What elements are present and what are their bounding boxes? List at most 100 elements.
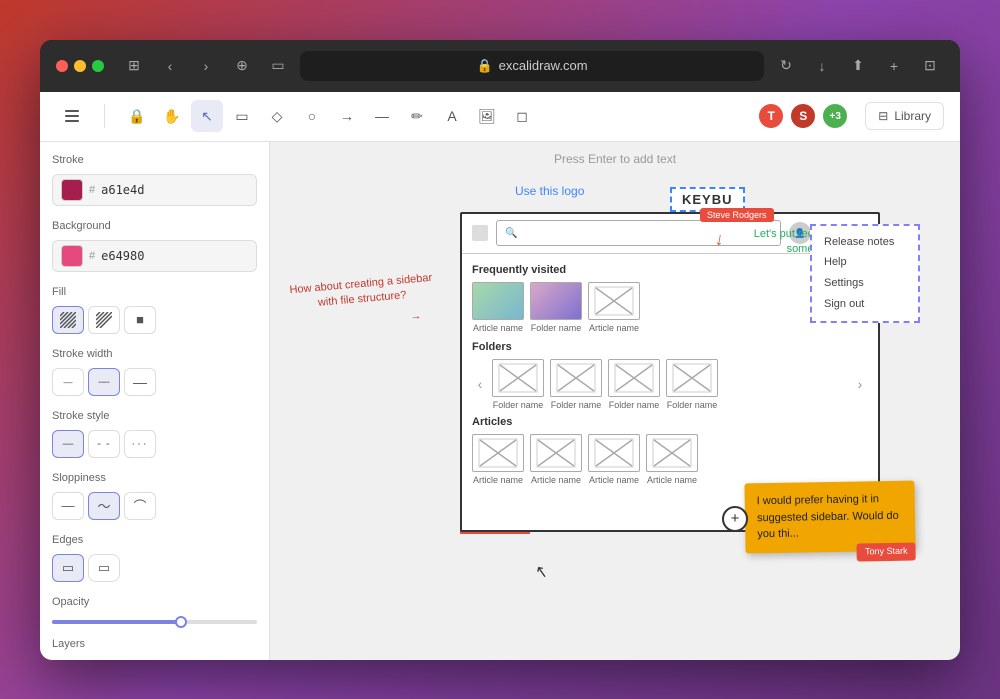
stroke-dashed-option[interactable]: - - bbox=[88, 430, 120, 458]
eraser-tool[interactable]: ◻ bbox=[506, 100, 538, 132]
fill-solid-option[interactable]: ■ bbox=[124, 306, 156, 334]
sloppiness-label: Sloppiness bbox=[52, 472, 257, 484]
sloppiness-wavy[interactable]: 〜 bbox=[88, 492, 120, 520]
pencil-tool[interactable]: ✏ bbox=[401, 100, 433, 132]
stroke-medium-option[interactable]: — bbox=[88, 368, 120, 396]
wf-article-thumb3 bbox=[588, 434, 640, 472]
background-color-row[interactable]: # e64980 bbox=[52, 240, 257, 272]
rectangle-tool[interactable]: ▭ bbox=[226, 100, 258, 132]
refresh-button[interactable]: ↻ bbox=[772, 52, 800, 80]
fill-cross-option[interactable] bbox=[88, 306, 120, 334]
wf-thumb-img1 bbox=[472, 282, 524, 320]
stroke-dotted-option[interactable]: ··· bbox=[124, 430, 156, 458]
wf-article-label4: Article name bbox=[647, 475, 697, 485]
dropdown-item-signout: Sign out bbox=[824, 294, 906, 315]
wf-next-arrow[interactable]: › bbox=[852, 376, 868, 392]
badge-tony-stark: Tony Stark bbox=[857, 543, 916, 562]
layers-label: Layers bbox=[52, 638, 257, 650]
edges-sharp[interactable]: ▭ bbox=[52, 554, 84, 582]
wf-folder-item4: Folder name bbox=[666, 359, 718, 410]
lock-tool[interactable]: 🔒 bbox=[121, 100, 153, 132]
address-bar[interactable]: 🔒 excalidraw.com bbox=[300, 51, 764, 81]
sidebar-question-annotation: How about creating a sidebar with file s… bbox=[283, 270, 442, 335]
stroke-style-section: Stroke style — - - ··· bbox=[52, 410, 257, 458]
stroke-section: Stroke # a61e4d bbox=[52, 154, 257, 206]
canvas-area[interactable]: Press Enter to add text bbox=[270, 142, 960, 660]
fill-hatch-option[interactable] bbox=[52, 306, 84, 334]
tab-grid-button[interactable]: ⊞ bbox=[120, 52, 148, 80]
image-tool[interactable]: 🖼 bbox=[471, 100, 503, 132]
background-label: Background bbox=[52, 220, 257, 232]
wf-item-label-2: Folder name bbox=[531, 323, 582, 333]
back-button[interactable]: ‹ bbox=[156, 52, 184, 80]
background-color-value[interactable]: e64980 bbox=[101, 249, 144, 263]
maximize-button[interactable] bbox=[92, 60, 104, 72]
download-icon[interactable]: ↓ bbox=[808, 52, 836, 80]
stroke-thin-option[interactable]: — bbox=[52, 368, 84, 396]
wf-search-bar[interactable]: 🔍 bbox=[496, 220, 781, 246]
wf-article-label2: Article name bbox=[531, 475, 581, 485]
edges-section: Edges ▭ ▭ bbox=[52, 534, 257, 582]
stroke-hash: # bbox=[89, 184, 95, 196]
main-area: 🔒 ✋ ↖ ▭ ◇ ○ → — ✏ A 🖼 ◻ T S +3 bbox=[40, 92, 960, 660]
stroke-color-row[interactable]: # a61e4d bbox=[52, 174, 257, 206]
line-tool[interactable]: — bbox=[366, 100, 398, 132]
menu-button[interactable] bbox=[56, 100, 88, 132]
hand-tool[interactable]: ✋ bbox=[156, 100, 188, 132]
wf-frequently-visited-title: Frequently visited bbox=[472, 264, 868, 276]
ellipse-tool[interactable]: ○ bbox=[296, 100, 328, 132]
add-content-button[interactable]: + bbox=[722, 506, 748, 532]
opacity-label: Opacity bbox=[52, 596, 257, 608]
text-tool[interactable]: A bbox=[436, 100, 468, 132]
minimize-button[interactable] bbox=[74, 60, 86, 72]
tony-stark-note: I would prefer having it in suggested si… bbox=[744, 481, 915, 553]
stroke-color-value[interactable]: a61e4d bbox=[101, 183, 144, 197]
wf-thumb-img2 bbox=[530, 282, 582, 320]
wf-item-label-1: Article name bbox=[473, 323, 523, 333]
wf-prev-arrow[interactable]: ‹ bbox=[472, 376, 488, 392]
user-avatar-count: +3 bbox=[821, 102, 849, 130]
library-button[interactable]: ⊟ Library bbox=[865, 102, 944, 130]
diamond-tool[interactable]: ◇ bbox=[261, 100, 293, 132]
wf-article-label1: Article name bbox=[473, 475, 523, 485]
select-tool[interactable]: ↖ bbox=[191, 100, 223, 132]
wf-article-thumb4 bbox=[646, 434, 698, 472]
wf-item-article1: Article name bbox=[472, 282, 524, 333]
stroke-solid-option[interactable]: — bbox=[52, 430, 84, 458]
new-tab-button[interactable]: + bbox=[880, 52, 908, 80]
wf-article-item2: Article name bbox=[530, 434, 582, 485]
use-logo-annotation: Use this logo bbox=[515, 184, 584, 198]
sidebar-button[interactable]: ⊡ bbox=[916, 52, 944, 80]
stroke-style-options: — - - ··· bbox=[52, 430, 257, 458]
shield-icon[interactable]: ⊕ bbox=[228, 52, 256, 80]
edges-round[interactable]: ▭ bbox=[88, 554, 120, 582]
stroke-thick-option[interactable]: — bbox=[124, 368, 156, 396]
user-avatar-s: S bbox=[789, 102, 817, 130]
left-properties-panel: Stroke # a61e4d Background # e64980 Fill bbox=[40, 142, 270, 660]
logo-text: KEYBU bbox=[682, 192, 733, 207]
wf-folder-thumb1 bbox=[492, 359, 544, 397]
share-button[interactable]: ⬆ bbox=[844, 52, 872, 80]
user-avatar-t: T bbox=[757, 102, 785, 130]
opacity-thumb[interactable] bbox=[175, 616, 187, 628]
bg-hash: # bbox=[89, 250, 95, 262]
stroke-color-swatch[interactable] bbox=[61, 179, 83, 201]
sloppiness-straight[interactable]: — bbox=[52, 492, 84, 520]
wf-folder-label4: Folder name bbox=[667, 400, 718, 410]
screenshot-button[interactable]: ▭ bbox=[264, 52, 292, 80]
wf-folder-label2: Folder name bbox=[551, 400, 602, 410]
dropdown-item-help: Help bbox=[824, 252, 906, 273]
background-color-swatch[interactable] bbox=[61, 245, 83, 267]
wf-folder-item3: Folder name bbox=[608, 359, 660, 410]
opacity-section: Opacity bbox=[52, 596, 257, 624]
forward-button[interactable]: › bbox=[192, 52, 220, 80]
stroke-width-section: Stroke width — — — bbox=[52, 348, 257, 396]
sloppiness-more-wavy[interactable]: ⌒ bbox=[124, 492, 156, 520]
opacity-slider[interactable] bbox=[52, 620, 257, 624]
arrow-tool[interactable]: → bbox=[331, 100, 363, 132]
wf-item-article2: Article name bbox=[588, 282, 640, 333]
dropdown-item-settings: Settings bbox=[824, 273, 906, 294]
close-button[interactable] bbox=[56, 60, 68, 72]
wf-item-folder1: Folder name bbox=[530, 282, 582, 333]
wf-item-label-3: Article name bbox=[589, 323, 639, 333]
